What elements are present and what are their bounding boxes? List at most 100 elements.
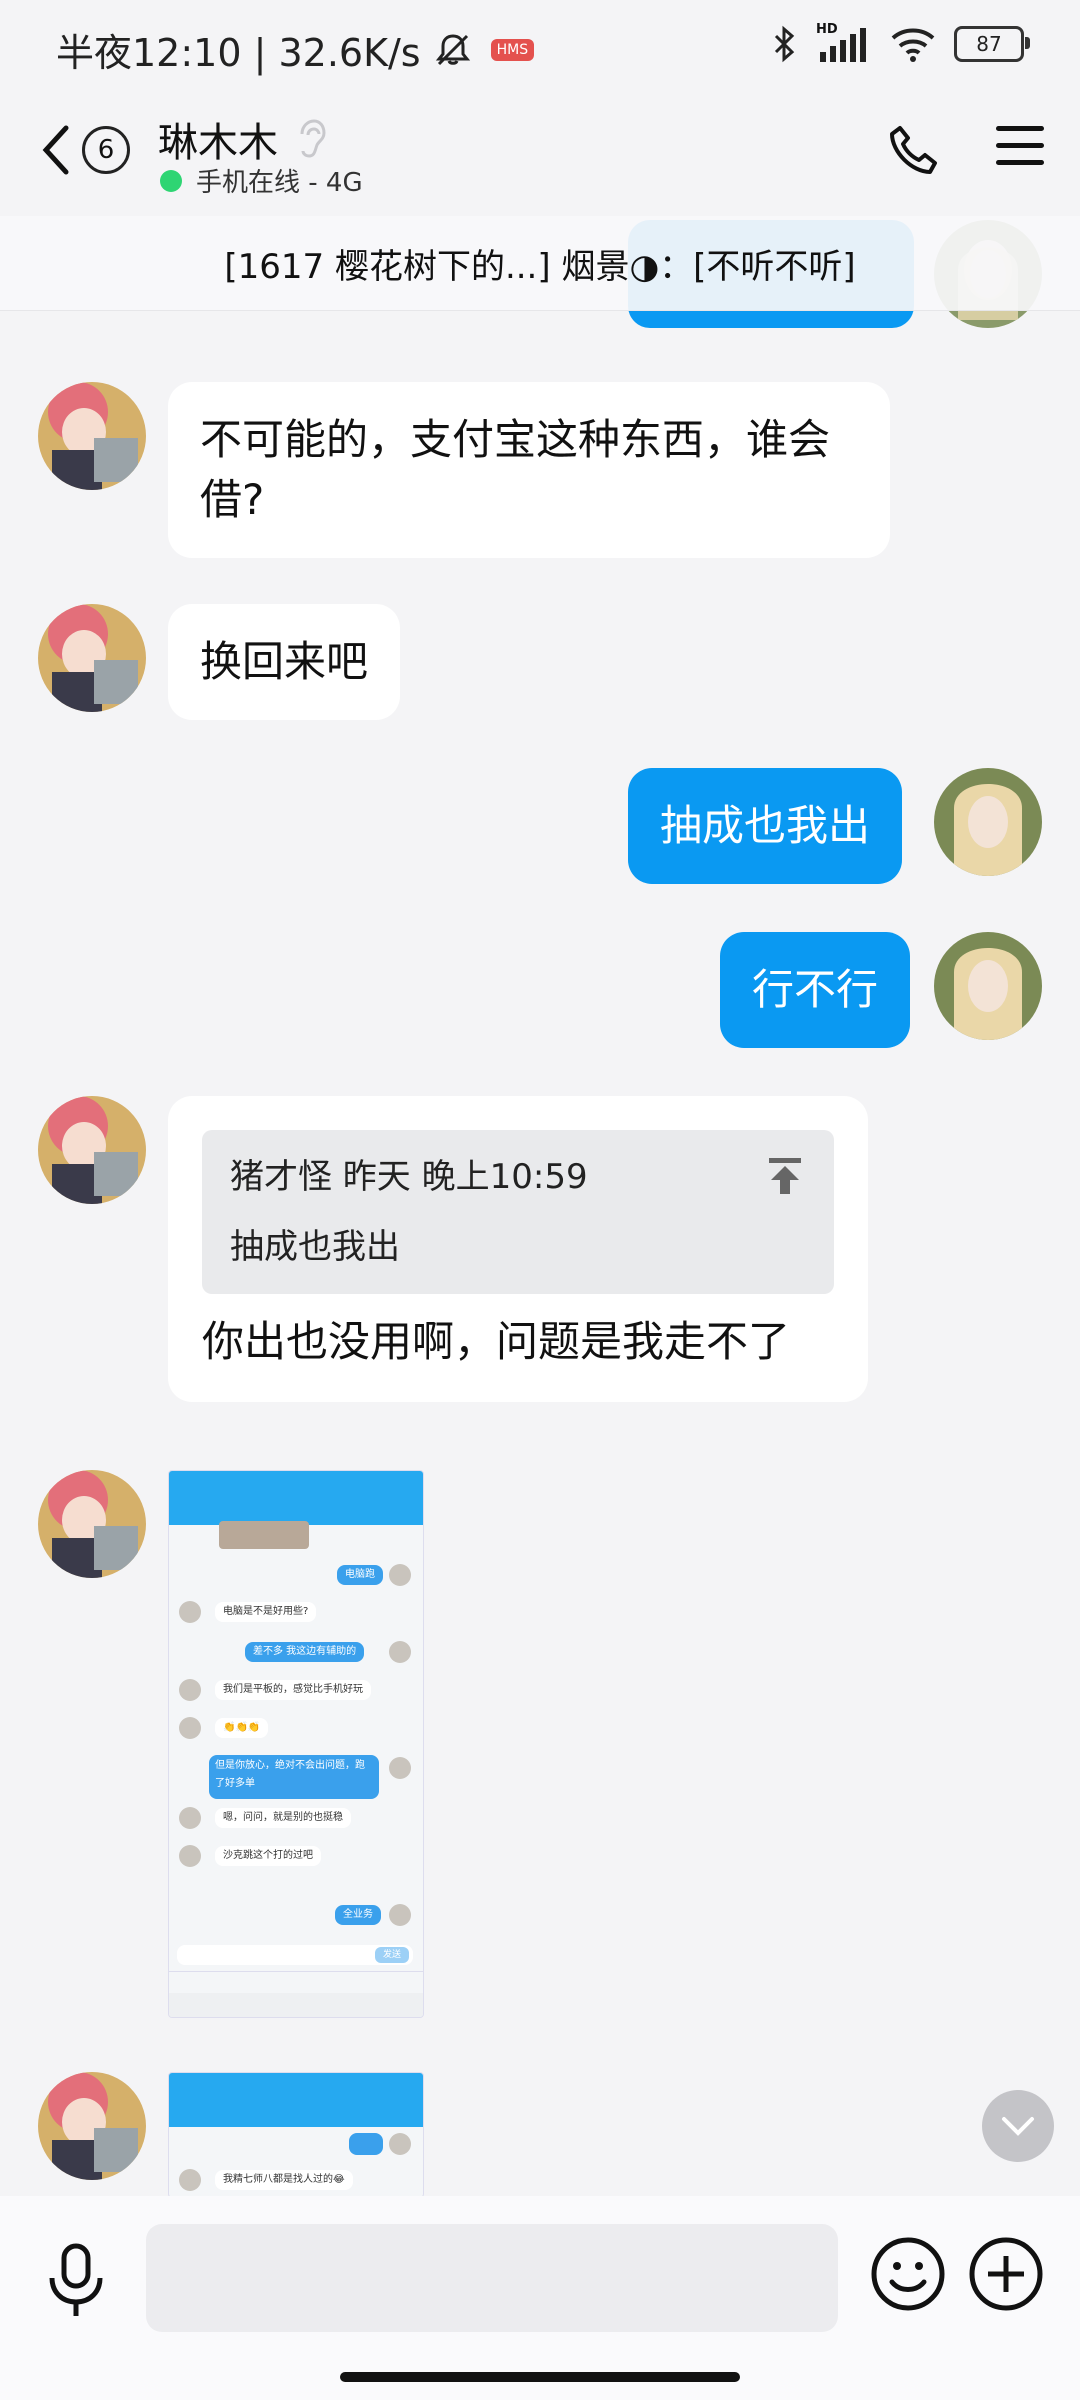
screenshot-row: 全业务 [335,1905,381,1925]
contact-avatar[interactable] [38,604,146,712]
message-text: 行不行 [752,965,879,1014]
contact-avatar[interactable] [38,382,146,490]
screenshot-row-text: 我们是平板的，感觉比手机好玩 [223,1684,363,1695]
screenshot-emoji-bubble [349,2133,383,2155]
contact-title[interactable]: 琳木木 [158,110,326,168]
quote-author: 猪才怪 昨天 晚上10:59 [230,1157,588,1197]
presence-status: 手机在线 - 4G [160,162,363,199]
status-left: 半夜12:10 | 32.6K/s HMS [56,22,535,77]
status-right: HD 87 [772,22,1030,64]
chevron-left-icon [42,125,69,175]
pinned-announcement[interactable]: [1617 樱花树下的...] 烟景◑：[不听不听] [0,216,1080,311]
screenshot-row: 沙克跳这个打的过吧 [215,1846,321,1866]
input-bar [0,2196,1080,2400]
screenshot-avatar [389,1564,411,1586]
screenshot-row-text: 电脑是不是好用些? [223,1606,309,1617]
my-avatar[interactable] [934,768,1042,876]
chat-header: 6 琳木木 手机在线 - 4G [0,96,1080,216]
contact-name: 琳木木 [158,120,278,166]
screenshot-avatar [179,1845,201,1867]
screenshot-row-text: 👏👏👏 [223,1722,261,1733]
screenshot-row-text: 全业务 [343,1909,373,1920]
message-bubble[interactable]: 抽成也我出 [628,768,903,884]
screenshot-row: 我们是平板的，感觉比手机好玩 [215,1680,371,1700]
screenshot-toolbar [169,1971,423,1992]
screenshot-avatar [179,1601,201,1623]
unread-count-badge: 6 [82,126,130,174]
back-button[interactable]: 6 [38,122,130,178]
wifi-icon [891,28,935,62]
phone-icon [890,126,937,174]
ear-icon [300,119,326,158]
screenshot-row: 但是你放心，绝对不会出问题，跑了好多单 [209,1755,379,1799]
quote-text: 抽成也我出 [230,1227,400,1267]
image-message-screenshot[interactable]: 电脑跑 电脑是不是好用些? 差不多 我这边有辅助的 我们是平板的，感觉比手机好玩… [168,1470,424,2018]
screenshot-row-text: 差不多 我这边有辅助的 [253,1646,357,1657]
voice-call-button[interactable] [886,122,942,182]
screenshot-header [169,2073,423,2127]
screenshot-avatar [179,1717,201,1739]
message-text: 换回来吧 [200,637,369,686]
screenshot-avatar [179,1679,201,1701]
menu-bar-icon [996,126,1044,131]
quoted-message[interactable]: 猪才怪 昨天 晚上10:59 抽成也我出 [202,1130,834,1294]
voice-input-button[interactable] [44,2242,108,2326]
status-bar: 半夜12:10 | 32.6K/s HMS HD 87 [0,0,1080,96]
contact-avatar[interactable] [38,2072,146,2180]
plus-icon [969,2237,1043,2311]
screenshot-avatar [389,2133,411,2155]
signal-icon: HD [816,22,872,64]
unread-count: 6 [97,135,115,165]
menu-bar-icon [996,143,1044,148]
contact-avatar[interactable] [38,1096,146,1204]
screenshot-row: 电脑是不是好用些? [215,1602,317,1622]
image-message-screenshot[interactable]: 我精七师八都是找人过的😂 [168,2072,424,2198]
message-text: 你出也没用啊，问题是我走不了 [202,1317,791,1366]
screenshot-row-text: 沙克跳这个打的过吧 [223,1850,313,1861]
screenshot-row: 👏👏👏 [215,1718,269,1738]
chevron-down-icon [1002,2117,1034,2136]
online-dot-icon [160,169,182,192]
screenshot-row: 差不多 我这边有辅助的 [245,1642,365,1662]
presence-text: 手机在线 - 4G [196,168,363,198]
contact-avatar[interactable] [38,1470,146,1578]
menu-button[interactable] [996,126,1044,177]
message-bubble[interactable]: 行不行 [720,932,911,1048]
message-bubble[interactable]: 换回来吧 [168,604,401,720]
menu-bar-icon [996,160,1044,165]
screenshot-navbar [169,1993,423,2017]
message-bubble[interactable]: 不可能的，支付宝这种东西，谁会借? [168,382,890,558]
mute-bell-icon [435,33,470,65]
screenshot-row: 嗯，问问，就是别的也挺稳 [215,1808,351,1828]
screenshot-photo [219,1521,309,1549]
my-avatar[interactable] [934,932,1042,1040]
pinned-text: [1617 樱花树下的...] 烟景◑：[不听不听] [224,246,856,287]
smiley-icon [871,2237,945,2311]
message-text: 不可能的，支付宝这种东西，谁会借? [200,415,831,524]
emoji-button[interactable] [870,2236,946,2316]
screenshot-row-text: 嗯，问问，就是别的也挺稳 [223,1812,343,1823]
jump-to-top-icon[interactable] [766,1156,804,1196]
screenshot-avatar [389,1757,411,1779]
message-input[interactable] [146,2224,838,2332]
status-time-speed: 半夜12:10 | 32.6K/s [56,31,421,75]
screenshot-row: 电脑跑 [337,1565,383,1585]
microphone-icon [49,2243,103,2316]
screenshot-avatar [389,1641,411,1663]
screenshot-avatar [179,1807,201,1829]
screenshot-row-text: 我精七师八都是找人过的😂 [223,2174,345,2185]
scroll-to-bottom-button[interactable] [982,2090,1054,2162]
reply-message-bubble[interactable]: 猪才怪 昨天 晚上10:59 抽成也我出 你出也没用啊，问题是我走不了 [168,1096,868,1402]
battery-indicator: 87 [954,26,1030,62]
screenshot-avatar [179,2169,201,2191]
screenshot-avatar [389,1904,411,1926]
screenshot-send-button: 发送 [375,1947,409,1963]
screenshot-row: 我精七师八都是找人过的😂 [215,2170,353,2190]
more-options-button[interactable] [968,2236,1044,2316]
bluetooth-icon [774,25,795,63]
screenshot-send-label: 发送 [382,1950,401,1960]
screenshot-row-text: 但是你放心，绝对不会出问题，跑了好多单 [215,1760,365,1789]
home-indicator[interactable] [340,2372,740,2382]
battery-level: 87 [976,32,1002,56]
screenshot-header [169,1471,423,1525]
